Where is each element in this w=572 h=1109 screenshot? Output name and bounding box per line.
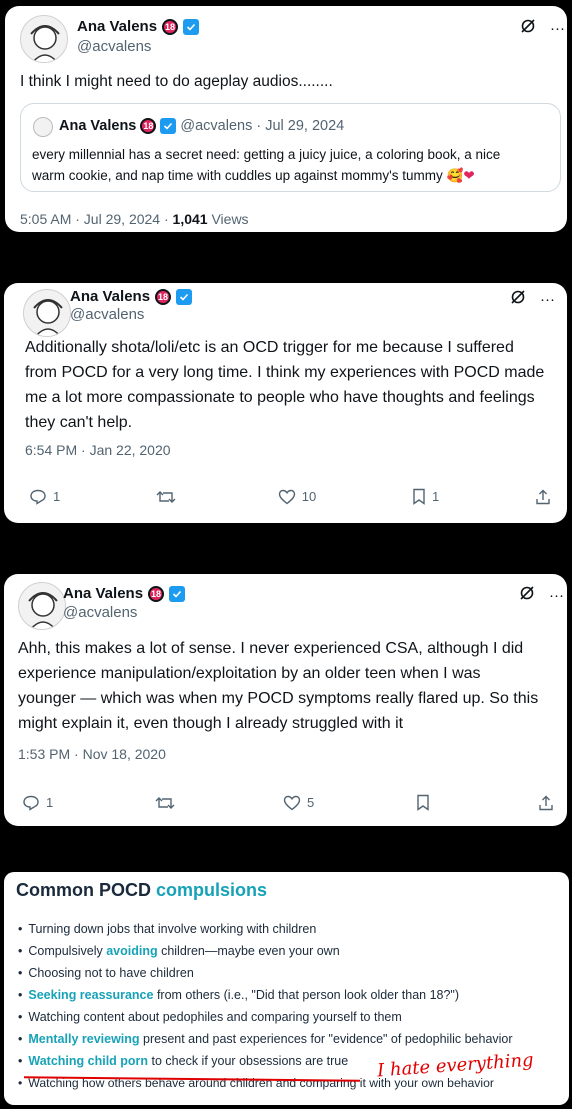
retweet-button[interactable]: [155, 794, 181, 811]
avatar[interactable]: [23, 289, 71, 337]
author-handle[interactable]: @acvalens: [70, 306, 144, 323]
verified-icon: [169, 585, 186, 602]
tweet-text: Additionally shota/loli/etc is an OCD tr…: [25, 339, 545, 431]
bookmark-button[interactable]: [416, 794, 436, 811]
reply-count: 1: [53, 489, 61, 504]
quote-author-name: Ana Valens: [59, 118, 137, 134]
reply-button[interactable]: 1: [29, 488, 60, 505]
like-count: 5: [306, 795, 315, 810]
tweet-text: Ahh, this makes a lot of sense. I never …: [18, 640, 539, 732]
tweet-timestamp[interactable]: 1:53 PM · Nov 18, 2020: [18, 746, 166, 762]
bookmark-button[interactable]: 1: [412, 488, 439, 505]
quoted-tweet[interactable]: Ana Valens 18 @acvalens · Jul 29, 2024 e…: [20, 103, 561, 192]
bookmark-count: 1: [432, 489, 440, 504]
reply-count: 1: [46, 795, 54, 810]
tweet-card-1[interactable]: Ana Valens 18 @acvalens ··· I think I mi…: [5, 6, 567, 232]
list-item: Choosing not to have children: [18, 962, 513, 984]
quote-handle-date: @acvalens · Jul 29, 2024: [180, 118, 345, 134]
views-count: 1,041: [172, 211, 208, 227]
list-item: Seeking reassurance from others (i.e., "…: [18, 984, 513, 1006]
reply-button[interactable]: 1: [22, 794, 53, 811]
tweet-text: I think I might need to do ageplay audio…: [20, 73, 333, 90]
author-handle[interactable]: @acvalens: [63, 604, 137, 621]
age-badge-icon: 18: [155, 288, 172, 305]
list-item: Turning down jobs that involve working w…: [18, 918, 513, 940]
quote-text-line: every millennial has a secret need: gett…: [32, 147, 501, 162]
share-button[interactable]: [538, 794, 554, 811]
author-handle[interactable]: @acvalens: [77, 38, 151, 55]
retweet-button[interactable]: [156, 488, 182, 505]
quote-text-line: warm cookie, and nap time with cuddles u…: [32, 168, 443, 183]
author-name[interactable]: Ana Valens: [77, 18, 157, 35]
age-badge-icon: 18: [162, 18, 179, 35]
author-name[interactable]: Ana Valens: [63, 585, 143, 602]
quote-avatar: [33, 117, 53, 137]
grok-icon[interactable]: [519, 585, 535, 605]
tweet-card-2[interactable]: Ana Valens 18 @acvalens ··· Additionally…: [4, 283, 567, 523]
emoji: 🥰❤: [446, 168, 475, 183]
like-count: 10: [301, 489, 317, 504]
more-options-icon[interactable]: ···: [549, 587, 564, 604]
more-options-icon[interactable]: ···: [550, 20, 565, 37]
infographic-title: Common POCD compulsions: [16, 880, 268, 900]
share-button[interactable]: [535, 488, 551, 505]
views-label: Views: [207, 211, 249, 227]
tweet-timestamp[interactable]: 6:54 PM · Jan 22, 2020: [25, 442, 171, 458]
list-item: Watching content about pedophiles and co…: [18, 1006, 513, 1028]
age-badge-icon: 18: [148, 585, 165, 602]
tweet-card-3[interactable]: Ana Valens 18 @acvalens ··· Ahh, this ma…: [4, 574, 567, 826]
age-badge-icon: 18: [140, 118, 157, 134]
avatar[interactable]: [20, 15, 68, 63]
list-item: Mentally reviewing present and past expe…: [18, 1028, 512, 1050]
list-item: Compulsively avoiding children—maybe eve…: [18, 940, 513, 962]
verified-icon: [176, 288, 193, 305]
more-options-icon[interactable]: ···: [540, 291, 555, 308]
tweet-timestamp[interactable]: 5:05 AM · Jul 29, 2024 ·: [20, 211, 173, 227]
like-button[interactable]: 10: [278, 488, 316, 505]
like-button[interactable]: 5: [283, 794, 314, 811]
avatar[interactable]: [18, 582, 66, 630]
grok-icon[interactable]: [520, 18, 536, 38]
grok-icon[interactable]: [510, 289, 526, 309]
verified-icon: [160, 118, 177, 134]
author-name[interactable]: Ana Valens: [70, 288, 150, 305]
verified-icon: [183, 18, 200, 35]
